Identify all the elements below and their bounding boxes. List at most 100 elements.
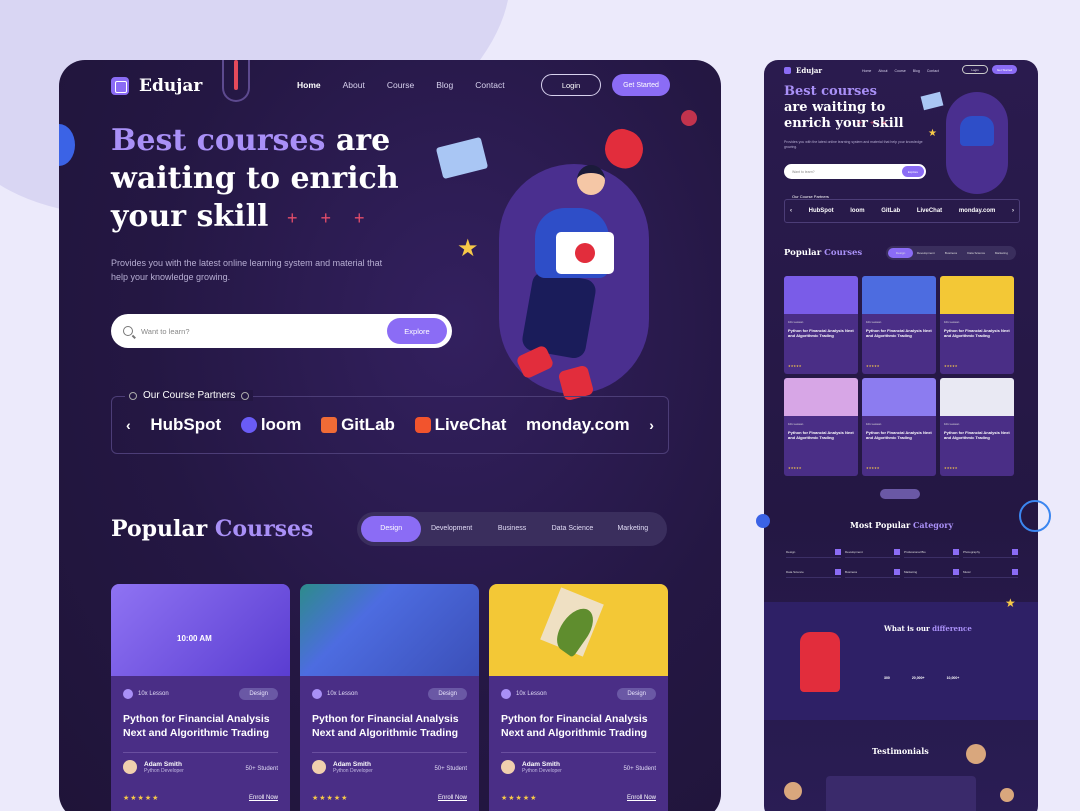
decor-blue-circle xyxy=(756,514,770,528)
category-item[interactable]: Photography xyxy=(963,546,1018,558)
mini-nav-about[interactable]: About xyxy=(878,69,887,73)
partner-loom-label: loom xyxy=(260,415,302,434)
mini-tab-business[interactable]: Business xyxy=(938,248,963,258)
mini-course-card[interactable]: 10x Lesson Python for Financial Analysis … xyxy=(784,378,858,476)
mini-explore-button[interactable]: Explore xyxy=(902,166,924,177)
mini-difference-illustration xyxy=(800,632,840,692)
tab-marketing[interactable]: Marketing xyxy=(603,516,663,542)
category-item[interactable]: Data Science xyxy=(786,566,841,578)
rating-stars: ★★★★★ xyxy=(123,795,160,802)
course-title: Python for Financial Analysis Next and A… xyxy=(312,713,459,739)
nav-contact[interactable]: Contact xyxy=(475,80,504,90)
avatar xyxy=(1000,788,1014,802)
arrow-icon xyxy=(953,568,959,575)
chevron-left-icon[interactable]: ‹ xyxy=(126,417,131,433)
mini-logo[interactable]: Edujar xyxy=(784,66,822,75)
search-input[interactable]: Want to learn? xyxy=(141,327,190,336)
get-started-button[interactable]: Get Started xyxy=(612,74,670,96)
hero-description: Provides you with the latest online lear… xyxy=(111,258,383,282)
mini-course-card[interactable]: 10x Lesson Python for Financial Analysis … xyxy=(940,276,1014,374)
nav-home[interactable]: Home xyxy=(297,80,321,90)
view-all-button[interactable] xyxy=(880,489,920,499)
mini-nav-contact[interactable]: Contact xyxy=(927,69,939,73)
login-button[interactable]: Login xyxy=(541,74,601,96)
category-item[interactable]: Marketing xyxy=(904,566,959,578)
course-card[interactable]: 10x Lesson Design Python for Financial An… xyxy=(489,584,668,811)
category-item[interactable]: Professional Bio xyxy=(904,546,959,558)
mini-course-card[interactable]: 10x Lesson Python for Financial Analysis … xyxy=(862,276,936,374)
author-name: Adam Smith xyxy=(333,760,371,768)
category-item[interactable]: Business xyxy=(845,566,900,578)
course-meta: 10x Lesson Design xyxy=(312,688,467,700)
logo-text: Edujar xyxy=(139,76,203,96)
enroll-link[interactable]: Enroll Now xyxy=(627,795,656,801)
mini-nav-blog[interactable]: Blog xyxy=(913,69,920,73)
course-title: Python for Financial Analysis Next and A… xyxy=(501,713,648,739)
tab-development[interactable]: Development xyxy=(421,516,481,542)
nav-about[interactable]: About xyxy=(343,80,365,90)
mini-nav: Home About Course Blog Contact xyxy=(862,69,939,73)
mini-tab-marketing[interactable]: Marketing xyxy=(989,248,1014,258)
popular-heading-accent: Courses xyxy=(214,516,314,542)
category-label: Design xyxy=(786,549,796,554)
mini-course-card[interactable]: 10x Lesson Python for Financial Analysis … xyxy=(862,378,936,476)
course-footer: ★★★★★ Enroll Now xyxy=(312,794,467,802)
mini-login-button[interactable]: Login xyxy=(962,65,988,74)
difference-section: What is our difference 300 20,000+ 10,00… xyxy=(764,602,1038,720)
enroll-link[interactable]: Enroll Now xyxy=(249,795,278,801)
mini-course-card[interactable]: 10x Lesson Python for Financial Analysis … xyxy=(940,378,1014,476)
star-icon: ★ xyxy=(1005,596,1016,610)
mini-nav-course[interactable]: Course xyxy=(895,69,906,73)
graduation-cap-illustration xyxy=(599,124,649,174)
category-label: Marketing xyxy=(904,569,918,574)
category-item[interactable]: Music xyxy=(963,566,1018,578)
course-card[interactable]: 10x Lesson Design Python for Financial An… xyxy=(300,584,479,811)
gitlab-icon xyxy=(321,417,338,433)
mini-lesson-count: 10x Lesson xyxy=(788,320,804,324)
mini-partner-gitlab: GitLab xyxy=(881,208,901,214)
star-icon: ★ xyxy=(457,235,479,262)
chevron-right-icon[interactable]: › xyxy=(649,417,654,433)
mini-popular-accent: Courses xyxy=(824,248,863,258)
avatar xyxy=(123,760,137,774)
mini-course-card[interactable]: 10x Lesson Python for Financial Analysis … xyxy=(784,276,858,374)
main-nav: Home About Course Blog Contact xyxy=(297,80,505,90)
course-image-leaf xyxy=(489,584,668,676)
course-author: Adam Smith Python Developer xyxy=(312,760,373,774)
category-item[interactable]: Development xyxy=(845,546,900,558)
category-item[interactable]: Design xyxy=(786,546,841,558)
lesson-count-label: 10x Lesson xyxy=(327,691,358,697)
logo[interactable]: Edujar xyxy=(111,76,202,96)
tab-business[interactable]: Business xyxy=(482,516,542,542)
nav-course[interactable]: Course xyxy=(387,80,414,90)
rating-stars: ★★★★★ xyxy=(788,364,802,368)
author-name: Adam Smith xyxy=(144,760,182,768)
full-page-preview: Edujar Home About Course Blog Contact Lo… xyxy=(764,60,1038,811)
mini-get-started-button[interactable]: Get Started xyxy=(992,65,1017,74)
chevron-left-icon[interactable]: ‹ xyxy=(790,208,792,214)
lesson-count: 10x Lesson xyxy=(312,689,358,699)
mini-course-image xyxy=(862,378,936,416)
course-card[interactable]: 10:00 AM 10x Lesson Design Python for Fin… xyxy=(111,584,290,811)
rating-stars: ★★★★★ xyxy=(501,795,538,802)
tab-design[interactable]: Design xyxy=(361,516,422,542)
mini-nav-home[interactable]: Home xyxy=(862,69,871,73)
chevron-right-icon[interactable]: › xyxy=(1012,208,1014,214)
explore-button[interactable]: Explore xyxy=(387,318,447,344)
mini-tab-data-science[interactable]: Data Science xyxy=(964,248,989,258)
partner-livechat-label: LiveChat xyxy=(434,415,507,434)
arrow-icon xyxy=(835,568,841,575)
divider xyxy=(123,752,278,753)
enroll-link[interactable]: Enroll Now xyxy=(438,795,467,801)
tab-data-science[interactable]: Data Science xyxy=(542,516,602,542)
mini-lesson-count: 10x Lesson xyxy=(788,422,804,426)
nav-blog[interactable]: Blog xyxy=(436,80,453,90)
category-list: Design Development Professional Bio Phot… xyxy=(786,546,1018,578)
student-count: 50+ Student xyxy=(623,766,656,772)
mini-tab-development[interactable]: Development xyxy=(913,248,938,258)
category-label: Professional Bio xyxy=(904,549,926,554)
student-legs-illustration xyxy=(520,270,598,360)
mini-search-input[interactable]: Want to learn? xyxy=(792,170,815,174)
mini-tab-design[interactable]: Design xyxy=(888,248,914,258)
mini-partner-livechat: LiveChat xyxy=(916,208,943,214)
